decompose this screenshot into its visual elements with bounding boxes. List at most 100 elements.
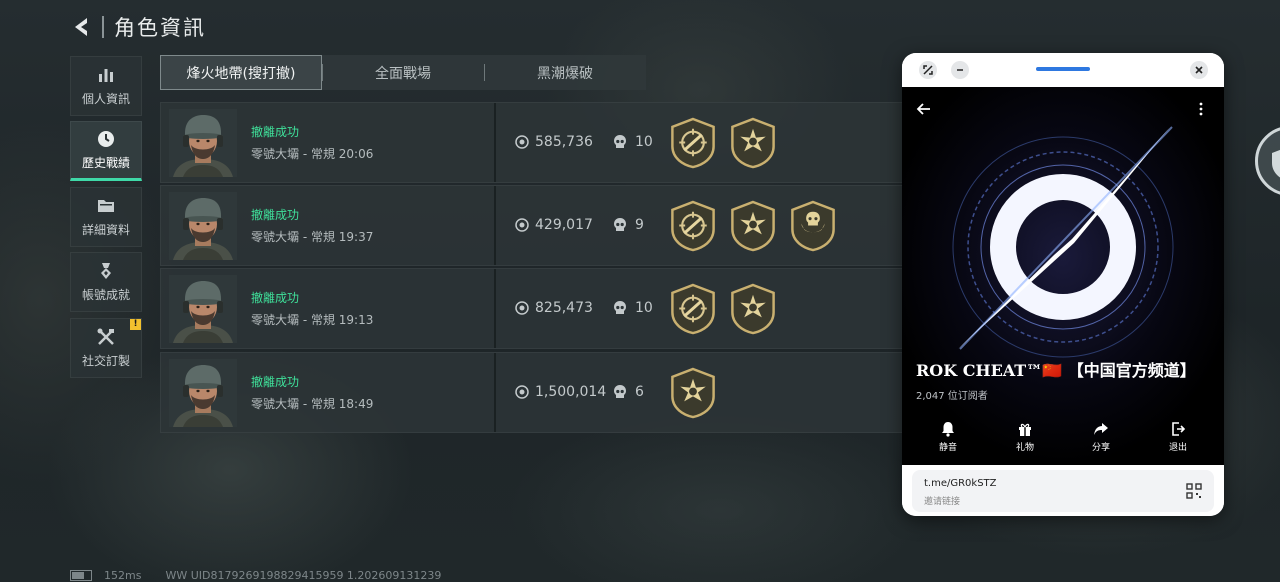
kill-count-text: 10 [635, 134, 653, 150]
action-label: 分享 [1091, 443, 1110, 453]
skull-icon [614, 218, 626, 231]
coin-icon [515, 135, 529, 149]
nav-item-label: 詳細資料 [81, 223, 130, 237]
match-row[interactable]: 撤離成功 零號大壩 - 常規 19:37 429,017 9 [160, 185, 905, 266]
star-medal-icon[interactable] [669, 367, 717, 419]
share-action[interactable]: 分享 [1071, 421, 1131, 453]
nav-item-achievements[interactable]: 帳號成就 [70, 252, 142, 312]
telegram-popup[interactable]: ROK CHEAT™🇨🇳 【中国官方频道】 2,047 位订阅者 静音 礼物 分… [902, 53, 1224, 516]
status-footer: 152ms WW UID8179269198829415959 1.202609… [70, 569, 441, 582]
nav-item-social[interactable]: 社交訂製 ! [70, 318, 142, 378]
loot-value: 429,017 [515, 217, 593, 233]
tab-battlefield[interactable]: 全面戰場 [322, 55, 484, 90]
loot-value: 1,500,014 [515, 384, 606, 400]
minimize-icon [957, 69, 963, 71]
kill-count: 6 [613, 384, 644, 400]
kill-count: 9 [613, 217, 644, 233]
avatar [169, 275, 237, 343]
row-divider [494, 269, 496, 348]
coin-icon [515, 218, 529, 232]
popup-titlebar [902, 53, 1224, 87]
channel-header: ROK CHEAT™🇨🇳 【中国官方频道】 2,047 位订阅者 静音 礼物 分… [902, 87, 1224, 465]
nav-item-label: 歷史戰績 [81, 156, 130, 170]
folder-icon [98, 200, 114, 212]
extraction-status: 撤離成功 [251, 375, 300, 389]
more-menu-icon[interactable] [1196, 101, 1206, 117]
close-button[interactable] [1190, 61, 1208, 79]
bar-chart-icon [99, 69, 113, 82]
loot-value-text: 825,473 [535, 300, 593, 316]
map-and-time: 零號大壩 - 常規 19:13 [251, 313, 374, 327]
kill-count-text: 9 [635, 217, 644, 233]
mute-action[interactable]: 静音 [918, 421, 978, 453]
nav-item-label: 社交訂製 [81, 354, 130, 368]
back-arrow-icon[interactable] [916, 101, 932, 117]
row-divider [494, 186, 496, 265]
kill-count: 10 [613, 134, 653, 150]
header: 角色資訊 [70, 12, 206, 42]
loot-value: 825,473 [515, 300, 593, 316]
mode-tabs: 烽火地帶(搜打撤) 全面戰場 黑潮爆破 [160, 55, 646, 90]
skull-icon [614, 385, 626, 398]
tab-warzone[interactable]: 烽火地帶(搜打撤) [160, 55, 322, 90]
avatar [169, 109, 237, 177]
back-arrow-icon[interactable] [70, 15, 94, 39]
target-medal-icon[interactable] [669, 283, 717, 335]
subscriber-count: 2,047 位订阅者 [916, 391, 988, 402]
avatar [169, 192, 237, 260]
match-row[interactable]: 撤離成功 零號大壩 - 常規 19:13 825,473 10 [160, 268, 905, 349]
resize-button[interactable] [919, 61, 937, 79]
invite-link-label: 邀请链接 [924, 497, 961, 507]
notification-badge: ! [130, 319, 141, 330]
match-row[interactable]: 撤離成功 零號大壩 - 常規 20:06 585,736 10 [160, 102, 905, 183]
leave-action[interactable]: 退出 [1148, 421, 1208, 453]
gift-action[interactable]: 礼物 [995, 421, 1055, 453]
kill-count-text: 6 [635, 384, 644, 400]
star-medal-icon[interactable] [729, 117, 777, 169]
nav-item-label: 個人資訊 [81, 92, 130, 106]
gift-icon [1019, 423, 1031, 436]
nav-item-profile[interactable]: 個人資訊 [70, 56, 142, 116]
extraction-status: 撤離成功 [251, 208, 300, 222]
invite-link[interactable]: t.me/GR0kSTZ [924, 478, 997, 489]
kill-count-text: 10 [635, 300, 653, 316]
extraction-status: 撤離成功 [251, 125, 300, 139]
kill-count: 10 [613, 300, 653, 316]
star-medal-icon[interactable] [729, 283, 777, 335]
resize-icon [923, 65, 933, 75]
shield-icon [1272, 149, 1280, 178]
coin-icon [515, 385, 529, 399]
qr-code-icon[interactable] [1186, 483, 1202, 499]
minimize-button[interactable] [951, 61, 969, 79]
invite-link-box[interactable]: t.me/GR0kSTZ 邀请链接 [912, 470, 1214, 512]
loot-value: 585,736 [515, 134, 593, 150]
map-and-time: 零號大壩 - 常規 19:37 [251, 230, 374, 244]
page-title: 角色資訊 [114, 16, 206, 40]
nav-item-history[interactable]: 歷史戰績 [70, 121, 142, 181]
nav-item-label: 帳號成就 [81, 288, 130, 302]
match-row[interactable]: 撤離成功 零號大壩 - 常規 18:49 1,500,014 6 [160, 352, 905, 433]
coin-icon [515, 301, 529, 315]
nav-item-details[interactable]: 詳細資料 [70, 187, 142, 247]
target-medal-icon[interactable] [669, 200, 717, 252]
extraction-status: 撤離成功 [251, 291, 300, 305]
action-label: 静音 [938, 443, 957, 453]
skull-medal-icon[interactable] [789, 200, 837, 252]
close-icon [1195, 66, 1203, 74]
battery-icon [70, 570, 92, 581]
invite-section: t.me/GR0kSTZ 邀请链接 [902, 465, 1224, 516]
drag-handle[interactable] [1036, 67, 1090, 71]
action-label: 礼物 [1015, 443, 1034, 453]
row-divider [494, 353, 496, 432]
row-divider [494, 103, 496, 182]
channel-logo-icon [902, 87, 1224, 465]
tab-blacktide[interactable]: 黑潮爆破 [484, 55, 646, 90]
header-separator [102, 16, 104, 38]
star-medal-icon[interactable] [729, 200, 777, 252]
loot-value-text: 429,017 [535, 217, 593, 233]
uid-text: WW UID8179269198829415959 1.202609131239 [165, 569, 442, 582]
skull-icon [614, 135, 626, 148]
loot-value-text: 1,500,014 [535, 384, 607, 400]
map-and-time: 零號大壩 - 常規 18:49 [251, 397, 374, 411]
target-medal-icon[interactable] [669, 117, 717, 169]
